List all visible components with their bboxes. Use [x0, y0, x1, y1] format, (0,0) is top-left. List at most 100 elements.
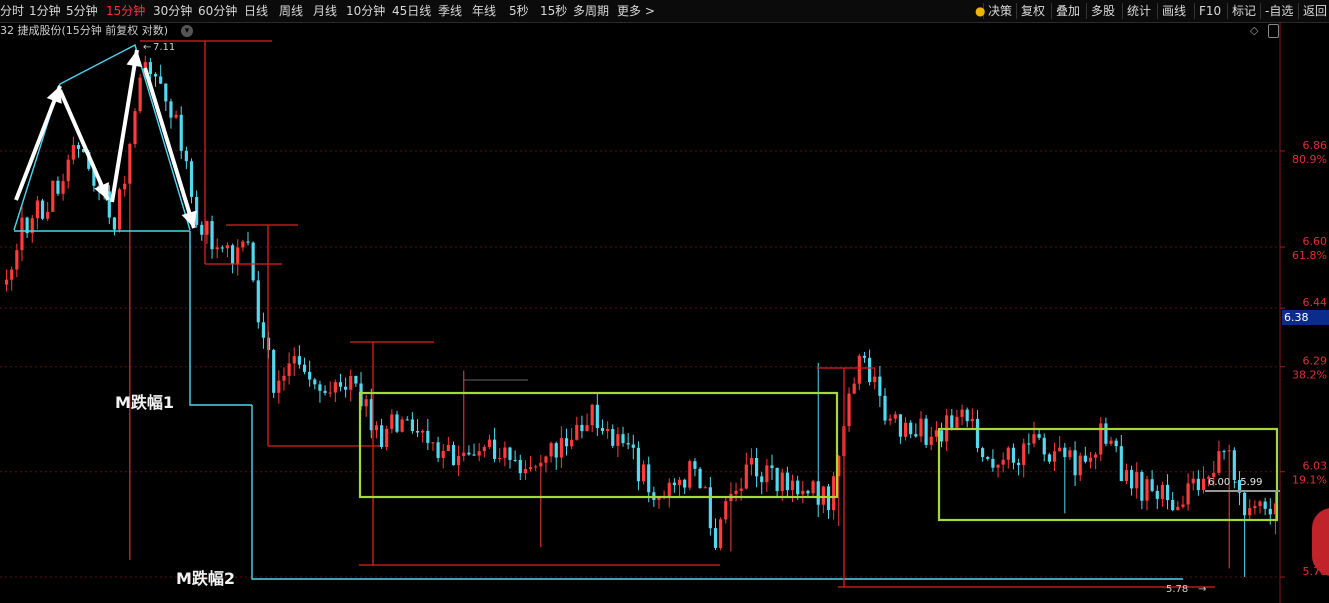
candle-body — [1083, 455, 1087, 462]
kline-chart: 6.8680.9% 6.6061.8% 6.44 6.2938.2% 6.0319.1%… — [0, 22, 1328, 603]
candle-body — [621, 434, 625, 444]
candle-body — [236, 247, 240, 264]
y-tick-label: 6.03 — [1303, 460, 1328, 473]
candle-body — [1217, 451, 1221, 473]
candle-body — [868, 357, 872, 383]
candle-body — [215, 247, 219, 250]
measure-1-line — [189, 231, 252, 406]
candle-body — [415, 430, 420, 433]
candle-body — [903, 422, 908, 437]
candle-body — [1222, 451, 1226, 453]
candle-body — [1140, 472, 1144, 501]
candle-body — [719, 519, 723, 548]
candle-body — [1068, 450, 1072, 458]
candle-body — [713, 528, 718, 548]
candle-body — [333, 382, 337, 393]
candle-body — [724, 501, 728, 520]
candle-body — [1196, 478, 1200, 491]
candle-body — [960, 409, 964, 417]
candle-body — [128, 143, 132, 184]
candle-body — [498, 457, 502, 459]
candle-body — [1119, 446, 1123, 482]
scroll-icon[interactable] — [1268, 24, 1279, 38]
candle-body — [436, 442, 440, 458]
candle-body — [616, 434, 620, 446]
candle-body — [51, 180, 55, 212]
candle-body — [549, 443, 553, 457]
white-arrow — [58, 89, 110, 201]
candle-body — [929, 436, 933, 445]
candle-body — [816, 481, 820, 505]
high-price-label: 7.11 — [153, 42, 175, 53]
candle-body — [744, 464, 748, 489]
candle-body — [641, 464, 646, 482]
diamond-icon[interactable]: ◇ — [1250, 24, 1258, 37]
candle-body — [1114, 440, 1118, 447]
candle-body — [1016, 462, 1021, 466]
y-tick-label: 6.44 — [1303, 296, 1328, 309]
candle-body — [308, 371, 312, 380]
candle-body — [313, 379, 317, 385]
title-dropdown-icon[interactable]: ▾ — [181, 25, 193, 37]
candle-body — [919, 418, 923, 437]
candle-body — [975, 418, 980, 449]
y-tick-label: 6.86 — [1303, 139, 1328, 152]
candle-body — [1130, 469, 1134, 489]
candle-body — [862, 355, 867, 358]
candle-body — [1232, 450, 1236, 480]
candle-body — [955, 416, 959, 428]
y-tick-percent: 19.1% — [1292, 474, 1327, 487]
candle-body — [1201, 478, 1206, 491]
candle-body — [683, 479, 687, 488]
candle-body — [939, 430, 944, 442]
candle-body — [405, 419, 409, 421]
candle-body — [554, 443, 558, 458]
candle-body — [1042, 437, 1046, 455]
candle-body — [189, 161, 194, 197]
candle-body — [1165, 484, 1170, 501]
candle-body — [1181, 504, 1185, 507]
y-tick-percent: 38.2% — [1292, 369, 1327, 382]
candle-body — [873, 376, 877, 383]
candle-body — [585, 425, 589, 432]
candle-body — [888, 418, 892, 421]
red-round-button[interactable] — [1312, 508, 1329, 576]
candle-body — [1104, 423, 1108, 444]
candle-body — [893, 414, 897, 419]
candle-body — [508, 447, 512, 460]
candle-body — [580, 424, 584, 432]
candle-body — [754, 458, 759, 477]
candle-body — [220, 247, 224, 249]
candle-body — [431, 442, 435, 444]
candle-body — [395, 414, 399, 432]
candle-body — [847, 393, 851, 427]
candle-body — [56, 180, 60, 194]
candle-body — [1094, 454, 1098, 458]
candle-body — [390, 414, 394, 429]
candle-body — [857, 355, 861, 384]
candle-body — [179, 114, 183, 151]
candle-body — [801, 490, 805, 495]
candle-body — [806, 490, 810, 494]
candle-body — [811, 481, 815, 494]
candle-body — [164, 83, 168, 102]
candle-body — [1268, 508, 1272, 515]
candle-body — [595, 404, 599, 429]
candle-body — [775, 467, 779, 492]
candle-body — [261, 322, 266, 338]
candle-body — [1063, 447, 1067, 458]
white-arrow-head — [126, 50, 143, 68]
current-price-tag: 6.38 — [1282, 310, 1329, 325]
candle-body — [374, 425, 379, 431]
candle-body — [965, 409, 969, 422]
candle-body — [1078, 455, 1082, 476]
candle-body — [986, 457, 990, 459]
candle-body — [1037, 434, 1041, 438]
candle-body — [4, 279, 9, 285]
candle-body — [672, 482, 676, 486]
candle-body — [909, 422, 913, 435]
candle-body — [1191, 478, 1195, 484]
candle-body — [354, 375, 358, 384]
candle-body — [970, 418, 974, 422]
candle-body — [590, 404, 594, 426]
